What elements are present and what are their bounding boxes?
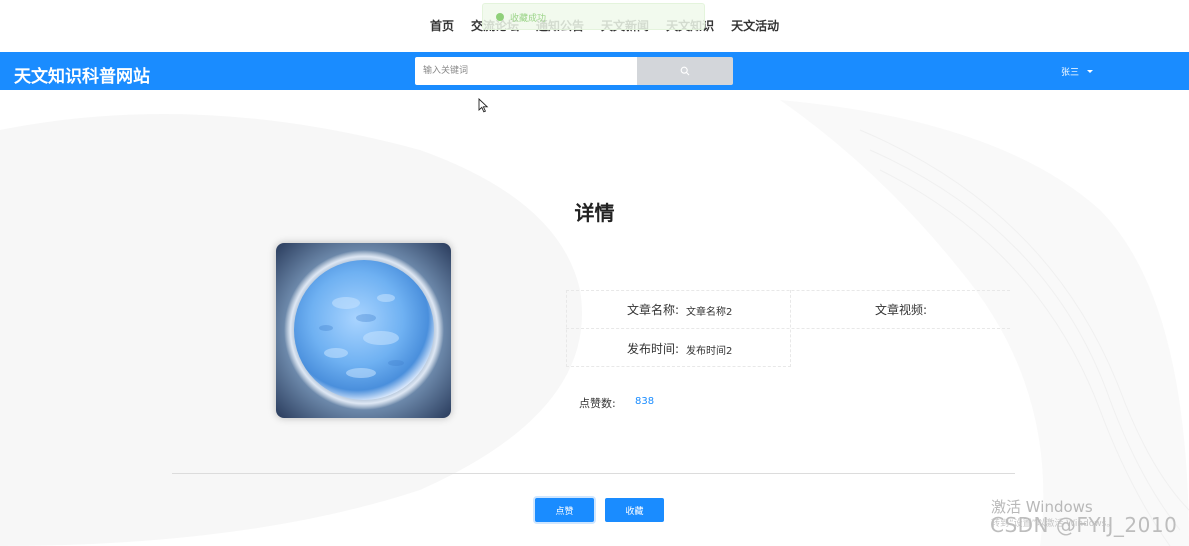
user-menu[interactable]: 张三	[1061, 65, 1094, 78]
page-title: 详情	[574, 201, 615, 225]
article-name-label: 文章名称:	[627, 303, 680, 317]
success-check-icon	[496, 13, 504, 21]
toast-message: 收藏成功	[510, 14, 547, 24]
nav-activity[interactable]: 天文活动	[731, 17, 779, 34]
nav-home[interactable]: 首页	[430, 17, 454, 34]
search-button[interactable]	[637, 57, 733, 85]
article-cover-image	[276, 243, 451, 418]
likes-count: 838	[635, 396, 655, 407]
mouse-cursor-icon	[478, 98, 489, 113]
user-name: 张三	[1061, 68, 1080, 78]
success-toast: 收藏成功	[482, 3, 705, 30]
sun-star-image	[276, 243, 451, 418]
favorite-button[interactable]: 收藏	[605, 498, 664, 522]
likes-label: 点赞数:	[579, 397, 616, 410]
section-divider	[172, 473, 1015, 474]
site-header: 天文知识科普网站 张三	[0, 52, 1189, 90]
publish-time-label: 发布时间:	[627, 342, 680, 356]
publish-time-value: 发布时间2	[686, 346, 733, 357]
search-icon	[680, 66, 690, 76]
search-bar	[415, 57, 733, 85]
article-info-table: 文章名称: 文章名称2 文章视频: 发布时间: 发布时间2	[566, 290, 1010, 367]
caret-down-icon	[1087, 70, 1094, 73]
search-input[interactable]	[415, 57, 637, 85]
article-name-value: 文章名称2	[686, 307, 733, 318]
top-navigation: 首页 交流论坛 通知公告 天文新闻 天文知识 天文活动 收藏成功	[0, 0, 1189, 52]
article-video-label: 文章视频:	[875, 303, 928, 317]
csdn-watermark: CSDN @FYIJ_2010	[990, 513, 1178, 537]
site-brand[interactable]: 天文知识科普网站	[14, 62, 150, 87]
like-button[interactable]: 点赞	[535, 498, 594, 522]
